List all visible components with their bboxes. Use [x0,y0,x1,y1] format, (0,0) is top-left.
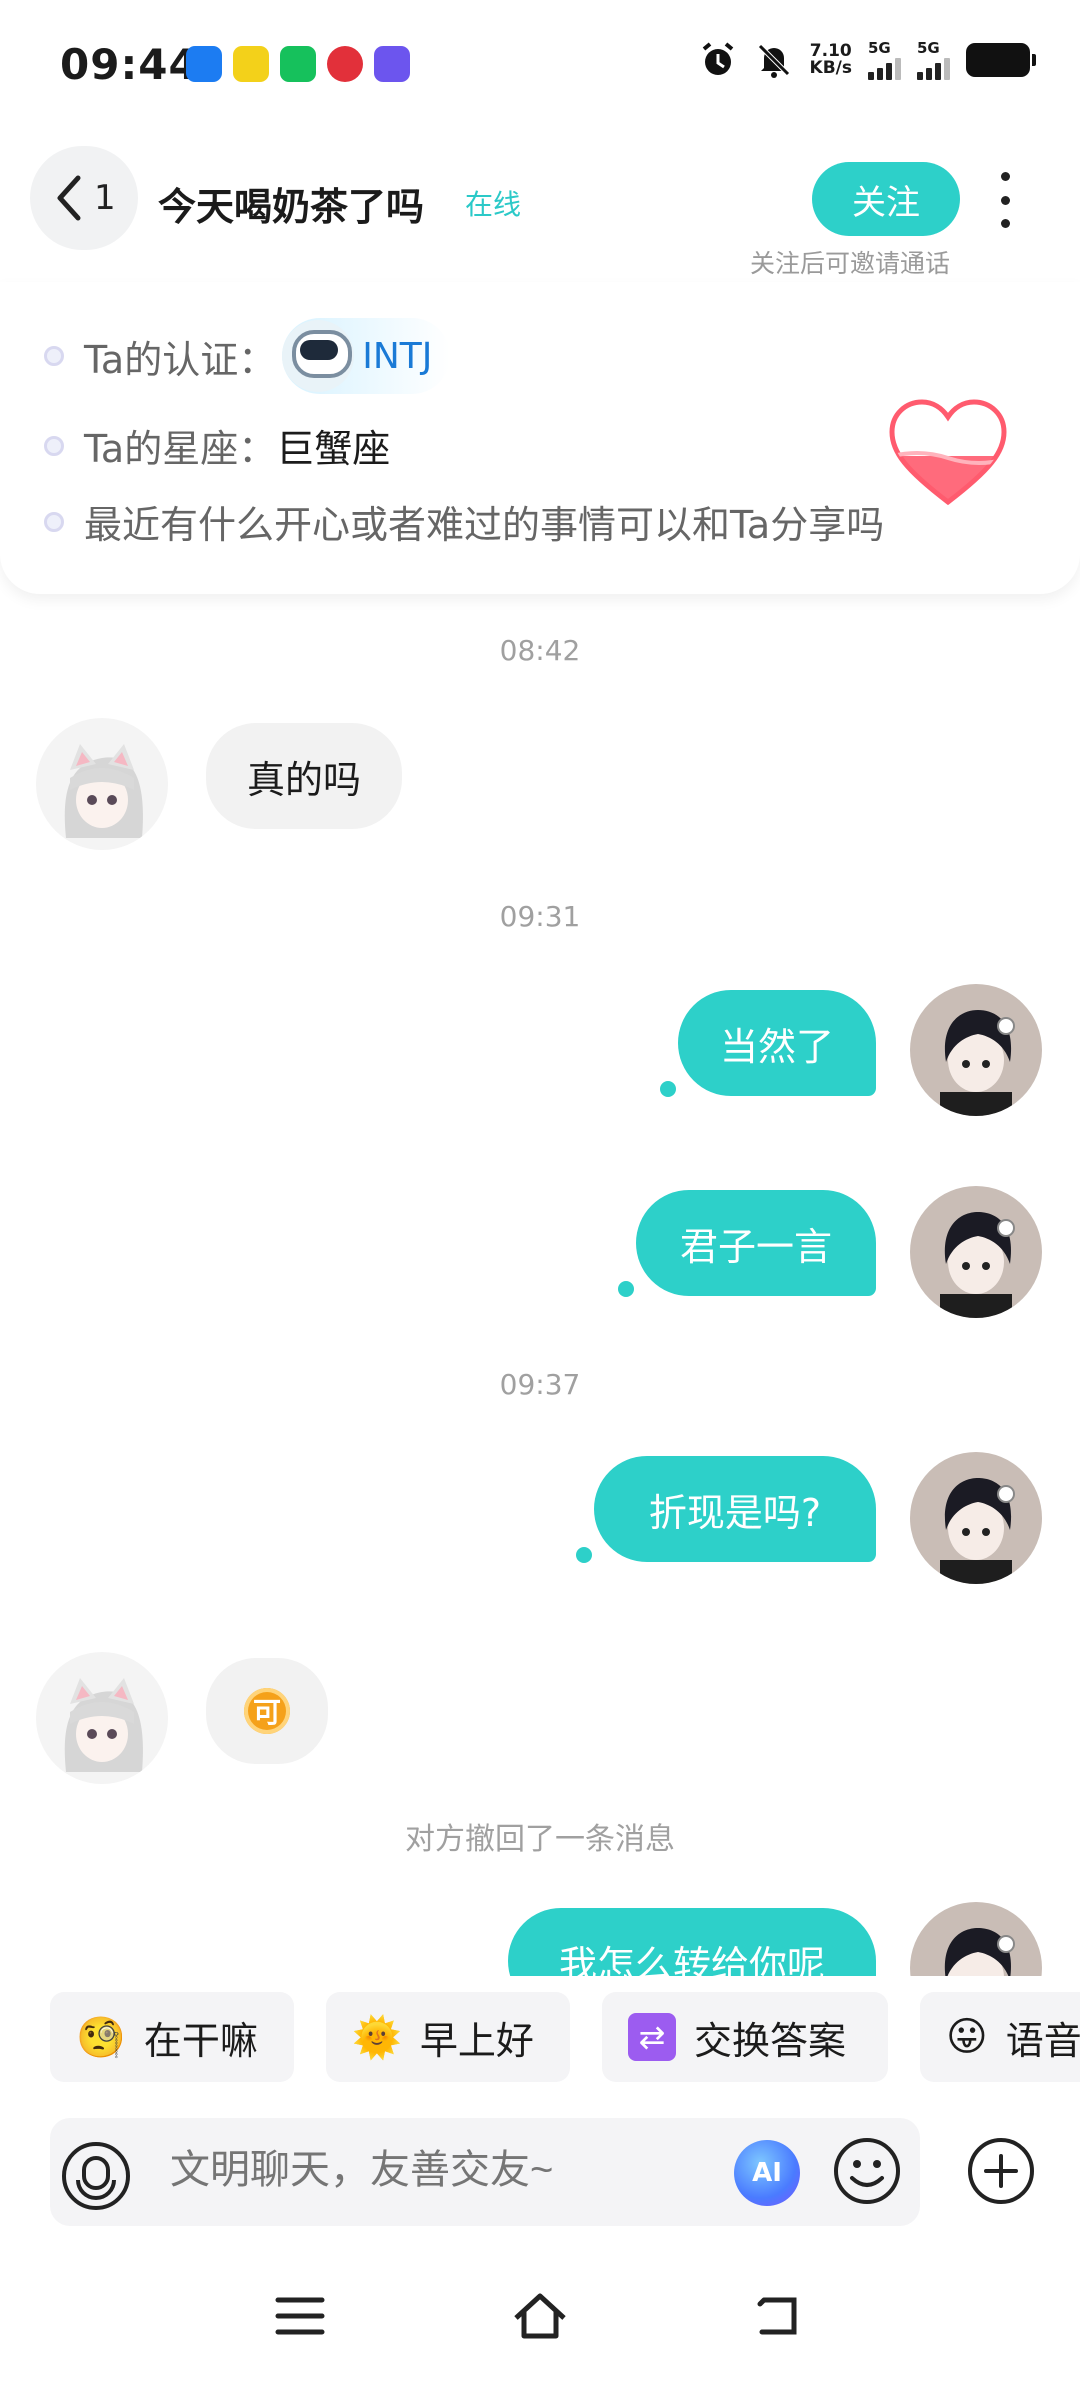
signal-1-bars-icon [868,56,901,80]
mute-icon [757,44,790,78]
coin-sticker-icon: 可 [244,1688,290,1734]
system-nav-bar [0,2290,1080,2400]
timestamp: 09:37 [499,1368,581,1401]
cat-girl-avatar-icon [64,744,143,838]
dot-icon [1000,195,1010,205]
timestamp: 08:42 [499,634,581,667]
message-bubble-in[interactable]: 真的吗 [206,723,402,829]
bullet-icon [44,511,64,532]
quick-reply-chip[interactable]: 😛 语音 [920,1992,1080,2082]
menu-icon[interactable] [274,2290,326,2342]
cert-label: Ta的认证： [84,337,277,382]
quick-reply-chip[interactable]: 🧐 在干嘛 [50,1992,294,2082]
bubble-tail-icon [618,1281,634,1297]
message-bubble-out[interactable]: 君子一言 [636,1190,876,1296]
emoji-icon[interactable] [832,2136,902,2206]
voice-input-icon[interactable] [60,2140,132,2212]
quick-reply-label: 早上好 [419,2018,534,2063]
voice-emoji-icon: 😛 [946,2014,988,2060]
net-speed: 7.10 KB/s [810,43,852,77]
zodiac-row: Ta的星座： 巨蟹座 [44,418,390,473]
ai-assistant-button[interactable]: AI [734,2140,800,2206]
home-icon[interactable] [510,2290,570,2342]
avatar-other[interactable] [36,718,168,850]
timestamp: 09:31 [499,900,581,933]
assistant-app-icon [374,46,410,82]
zodiac-value: 巨蟹座 [276,427,391,471]
quick-reply-chip[interactable]: 🌞 早上好 [326,1992,570,2082]
quick-reply-label: 在干嘛 [143,2018,258,2063]
dot-icon [1000,219,1010,228]
notification-icons [186,46,410,82]
curious-face-icon: 🧐 [76,2014,126,2061]
boy-avatar-icon [940,1212,1015,1318]
status-bar: 09:44 7.10 KB/s 5G 5G [0,0,1080,130]
zodiac-label: Ta的星座： [84,427,277,471]
boy-avatar-icon [940,1478,1015,1584]
bubble-tail-icon [660,1081,676,1097]
cat-girl-avatar-icon [64,1678,143,1772]
quick-reply-chip[interactable]: ⇄ 交换答案 [602,1992,888,2082]
quick-reply-label: 语音 [1005,2018,1080,2063]
boy-avatar-icon [940,1010,1015,1116]
sticker-bubble-in[interactable]: 可 [206,1658,328,1764]
astronaut-icon [282,320,355,392]
bullet-icon [44,346,64,366]
signal-2-label: 5G [917,39,940,57]
share-prompt: 最近有什么开心或者难过的事情可以和Ta分享吗 [84,503,885,547]
follow-hint: 关注后可邀请通话 [750,249,951,278]
avatar-self[interactable] [910,1186,1042,1318]
message-bubble-out[interactable]: 当然了 [678,990,876,1096]
battery-icon [966,43,1036,77]
more-options-button[interactable] [995,172,1015,228]
avatar-self[interactable] [910,984,1042,1116]
newspaper-app-icon [233,46,269,82]
chat-title: 今天喝奶茶了吗 [158,185,425,229]
mbti-value: INTJ [362,335,433,377]
metro-app-icon [327,46,363,82]
plus-icon[interactable] [966,2136,1036,2206]
avatar-other[interactable] [36,1652,168,1784]
share-prompt-row: 最近有什么开心或者难过的事情可以和Ta分享吗 [44,494,884,549]
bubble-tail-icon [576,1547,592,1563]
kugou-app-icon [186,46,222,82]
alarm-icon [702,42,733,75]
heart-icon[interactable] [886,398,1010,508]
message-input[interactable] [170,2148,710,2193]
mbti-badge[interactable]: INTJ [282,318,451,394]
quick-replies: 🧐 在干嘛 🌞 早上好 ⇄ 交换答案 😛 语音 [0,1976,1080,2086]
message-bubble-out[interactable]: 折现是吗? [594,1456,876,1562]
unread-count: 1 [94,178,116,218]
bullet-icon [44,435,64,456]
signal-2: 5G [917,40,950,80]
wechat-app-icon [280,46,316,82]
signal-2-bars-icon [917,56,950,80]
online-status: 在线 [465,188,522,221]
dot-icon [1000,172,1010,181]
cert-row: Ta的认证： INTJ [44,318,451,394]
back-nav-icon[interactable] [754,2290,806,2342]
follow-button[interactable]: 关注 [812,162,960,236]
ai-label: AI [752,2158,782,2188]
status-time: 09:44 [60,40,199,89]
sun-icon: 🌞 [352,2014,402,2061]
exchange-icon: ⇄ [628,2013,676,2061]
signal-1-label: 5G [868,39,891,57]
recall-notice: 对方撤回了一条消息 [405,1822,675,1857]
quick-reply-label: 交换答案 [694,2018,847,2063]
chevron-left-icon [57,175,81,221]
back-button[interactable]: 1 [30,146,138,250]
net-speed-unit: KB/s [809,58,852,78]
signal-1: 5G [868,40,901,80]
avatar-self[interactable] [910,1452,1042,1584]
status-right: 7.10 KB/s 5G 5G [698,40,1036,80]
